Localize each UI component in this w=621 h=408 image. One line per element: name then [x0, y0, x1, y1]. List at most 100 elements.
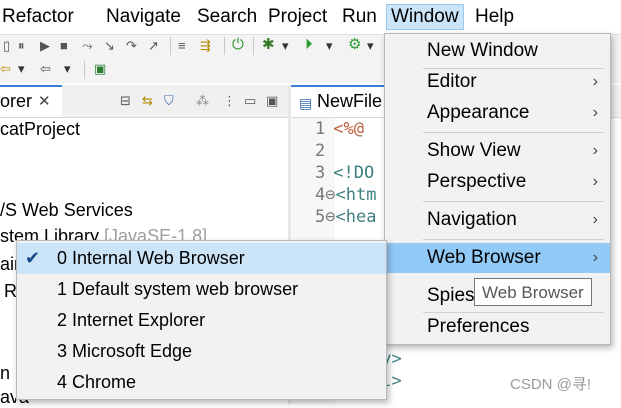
menu-item-label: Perspective [427, 171, 527, 192]
stop-icon[interactable]: ■ [60, 38, 68, 54]
chevron-right-icon: › [592, 211, 598, 228]
browser-option-default-system[interactable]: 1 Default system web browser [17, 274, 386, 305]
browser-option-chrome[interactable]: 4 Chrome [17, 367, 386, 398]
drop-to-frame-icon[interactable]: ⇶ [200, 38, 211, 54]
menu-item-label: Editor [427, 71, 477, 92]
filter-icon[interactable]: ⛉ [164, 93, 174, 109]
toolbar-separator [170, 37, 171, 55]
chevron-right-icon: › [592, 142, 598, 159]
editor-line: 4⊖<htm [315, 184, 376, 206]
menu-window[interactable]: Window [386, 4, 464, 30]
tree-item-project[interactable]: catProject [0, 118, 80, 140]
menu-item-appearance[interactable]: Appearance › [385, 98, 610, 128]
last-edit-location-icon[interactable]: ⇦ [0, 61, 11, 77]
editor-line: 2 [315, 140, 333, 162]
editor-line: 5⊖<hea [315, 206, 376, 228]
line-number: 3 [315, 163, 326, 183]
link-with-editor-icon[interactable]: ⇆ [142, 93, 153, 109]
menu-item-label: Spies [427, 285, 475, 306]
toolbar-separator [253, 37, 254, 55]
menu-item-label: Show View [427, 140, 521, 161]
close-icon[interactable]: ✕ [38, 92, 51, 110]
menu-bar: Refactor Navigate Search Project Run Win… [0, 0, 621, 35]
menu-navigate[interactable]: Navigate [103, 6, 184, 28]
disconnect-icon[interactable]: ⤳ [82, 38, 92, 54]
menu-separator [423, 132, 604, 133]
menu-item-preferences[interactable]: Preferences [385, 312, 610, 342]
debug-icon[interactable]: ✱ [262, 37, 275, 53]
menu-item-label: Web Browser [427, 247, 541, 268]
code-text: <!DO [333, 163, 375, 183]
view-menu-icon[interactable]: ⋮ [223, 93, 236, 109]
menu-separator [423, 201, 604, 202]
tree-item-n[interactable]: n [0, 362, 10, 384]
run-icon[interactable]: ⏵ [305, 37, 313, 53]
menu-refactor[interactable]: Refactor [0, 6, 77, 28]
open-task-icon[interactable]: ▣ [94, 61, 106, 77]
line-number: 4⊖ [315, 185, 336, 205]
line-number: 2 [315, 141, 326, 161]
browser-option-label: 4 Chrome [57, 372, 137, 392]
browser-option-label: 1 Default system web browser [57, 279, 299, 299]
use-step-filters-icon[interactable]: ≡ [178, 38, 186, 54]
toolbar-separator [224, 37, 225, 55]
maximize-icon[interactable]: ▣ [266, 93, 278, 109]
minimize-icon[interactable]: ▭ [244, 93, 256, 109]
menu-item-perspective[interactable]: Perspective › [385, 167, 610, 197]
code-text: <%@ [333, 119, 364, 139]
menu-help[interactable]: Help [472, 6, 517, 28]
menu-item-navigation[interactable]: Navigation › [385, 205, 610, 235]
tree-item-web-services[interactable]: /S Web Services [0, 199, 133, 221]
menu-item-label: Appearance [427, 102, 530, 123]
toolbar-separator [84, 61, 85, 79]
chevron-down-icon[interactable]: ▾ [326, 38, 333, 54]
menu-item-label: Navigation [427, 209, 517, 230]
chevron-right-icon: › [592, 173, 598, 190]
editor-line: 3 <!DO [315, 162, 374, 184]
resume-icon[interactable]: ▶ [40, 38, 50, 54]
menu-search[interactable]: Search [194, 6, 260, 28]
focus-icon[interactable]: ⁂ [196, 93, 209, 109]
menu-item-new-window[interactable]: New Window [385, 36, 610, 66]
tab-label: orer [0, 91, 33, 111]
chevron-down-icon[interactable]: ▾ [282, 38, 289, 54]
menu-run[interactable]: Run [339, 6, 380, 28]
menu-item-editor[interactable]: Editor › [385, 67, 610, 97]
step-return-icon[interactable]: ↗ [148, 38, 159, 54]
editor-line: 1 <%@ [315, 118, 364, 140]
chevron-down-icon[interactable]: ▾ [64, 61, 71, 77]
collapse-all-icon[interactable]: ⊟ [120, 93, 131, 109]
watermark: CSDN @寻! [510, 376, 592, 393]
step-over-icon[interactable]: ↷ [126, 38, 137, 54]
menu-separator [423, 239, 604, 240]
external-tools-icon[interactable]: ⚙ [348, 37, 361, 53]
menu-item-label: Preferences [427, 316, 530, 337]
code-text: <hea [335, 207, 377, 227]
step-into-icon[interactable]: ↘ [104, 38, 115, 54]
line-number: 1 [315, 119, 326, 139]
menu-item-show-view[interactable]: Show View › [385, 136, 610, 166]
browser-option-internal[interactable]: ✔ 0 Internal Web Browser [17, 243, 386, 274]
browser-option-internet-explorer[interactable]: 2 Internet Explorer [17, 305, 386, 336]
chevron-right-icon: › [592, 249, 598, 266]
chevron-right-icon: › [592, 104, 598, 121]
line-number: 5⊖ [315, 207, 336, 227]
menu-item-web-browser[interactable]: Web Browser › [385, 243, 610, 273]
browser-option-label: 3 Microsoft Edge [57, 341, 193, 361]
menu-item-label: New Window [427, 40, 538, 61]
web-browser-submenu: ✔ 0 Internal Web Browser 1 Default system… [16, 240, 387, 400]
project-explorer-tabbar: orer ✕ ⊟ ⇆ ⛉ ⁂ ⋮ ▭ ▣ [0, 85, 288, 118]
suspend-icon[interactable]: ⏸ [18, 38, 25, 54]
menu-project[interactable]: Project [265, 6, 330, 28]
terminate-icon[interactable]: ▯ [3, 38, 10, 54]
back-icon[interactable]: ⇦ [40, 61, 51, 77]
chevron-right-icon: › [592, 73, 598, 90]
browser-option-label: 2 Internet Explorer [57, 310, 206, 330]
server-start-icon[interactable]: ⏻ [232, 37, 244, 53]
tab-project-explorer[interactable]: orer ✕ [0, 85, 62, 117]
tab-label: NewFile [317, 91, 383, 111]
chevron-down-icon[interactable]: ▾ [18, 61, 25, 77]
browser-option-microsoft-edge[interactable]: 3 Microsoft Edge [17, 336, 386, 367]
code-text: <htm [335, 185, 377, 205]
chevron-down-icon[interactable]: ▾ [367, 38, 374, 54]
